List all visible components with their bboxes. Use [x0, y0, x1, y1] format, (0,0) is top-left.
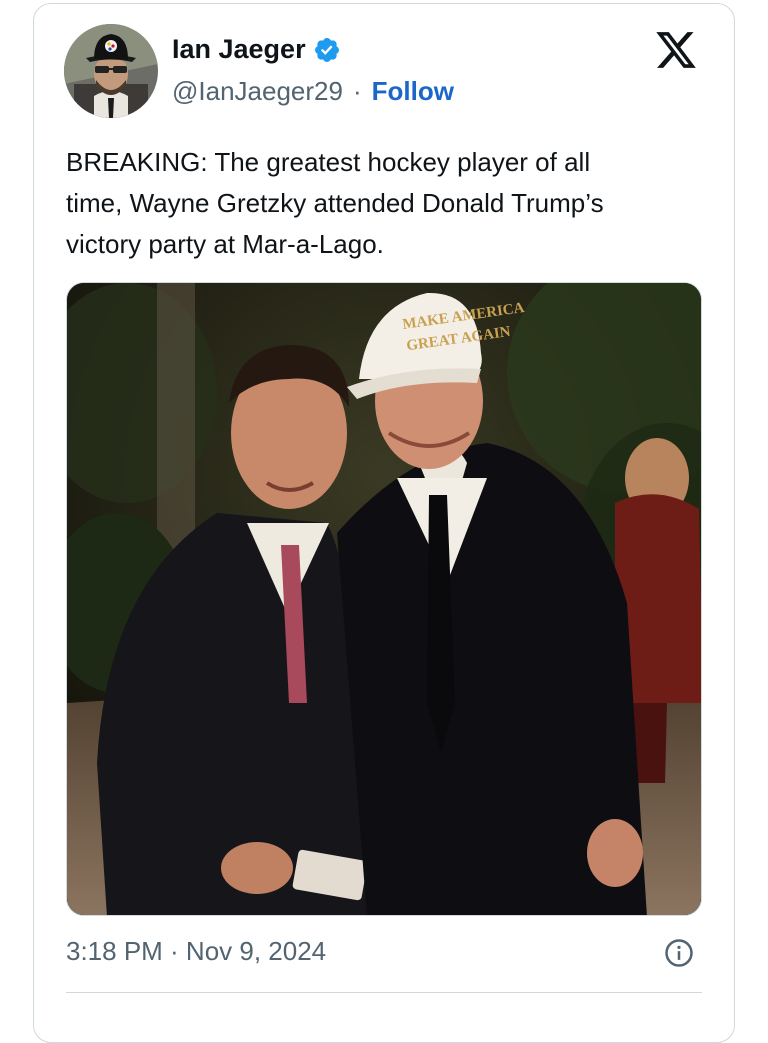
- follow-button[interactable]: Follow: [372, 76, 454, 107]
- avatar[interactable]: [64, 24, 158, 118]
- divider: [66, 992, 702, 993]
- tweet-timestamp[interactable]: 3:18 PM · Nov 9, 2024: [66, 936, 326, 967]
- x-logo-icon[interactable]: [654, 28, 698, 72]
- author-name-row[interactable]: Ian Jaeger: [172, 34, 341, 65]
- verified-badge-icon: [314, 37, 339, 62]
- separator-dot: ·: [352, 76, 362, 106]
- author-handle[interactable]: @IanJaeger29: [172, 76, 343, 107]
- tweet-text: BREAKING: The greatest hockey player of …: [66, 147, 604, 259]
- author-name[interactable]: Ian Jaeger: [172, 34, 306, 65]
- author-handle-row: @IanJaeger29 · Follow: [172, 76, 454, 107]
- tweet-photo[interactable]: MAKE AMERICA GREAT AGAIN: [66, 282, 702, 916]
- info-icon[interactable]: [664, 938, 694, 968]
